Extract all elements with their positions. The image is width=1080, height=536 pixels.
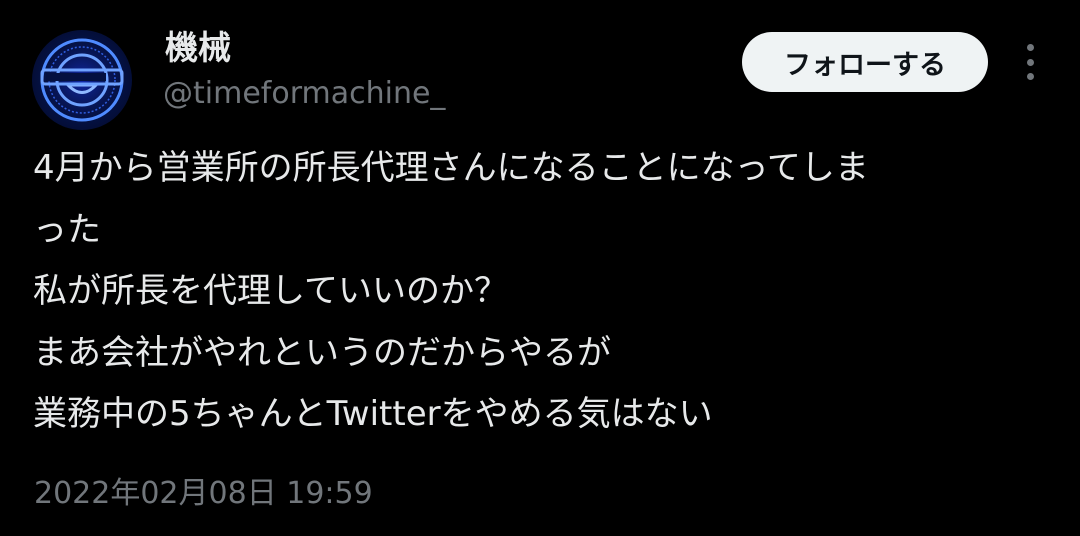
tweet-timestamp[interactable]: 2022年02月08日 19:59 [34, 474, 373, 513]
display-name[interactable]: 機械 [165, 28, 231, 68]
tweet-line: 私が所長を代理していいのか？ [33, 271, 508, 311]
tweet-line: った [33, 209, 101, 250]
more-vertical-icon[interactable] [1012, 42, 1048, 82]
more-dot [1026, 44, 1034, 51]
tweet-text: 4月から営業所の所長代理さんになることになってしま った 私が所長を代理していい… [33, 138, 1053, 446]
laughing-man-logo-icon [34, 32, 130, 128]
tweet-line: 業務中の5ちゃんとTwitterをやめる気はない [33, 394, 713, 434]
user-handle[interactable]: @timeformachine_ [163, 74, 445, 113]
tweet-card: 機械 @timeformachine_ フォローする 4月から営業所の所長代理さ… [0, 0, 1080, 536]
tweet-line: 4月から営業所の所長代理さんになることになってしま [33, 148, 869, 188]
follow-button[interactable]: フォローする [742, 32, 988, 92]
more-dot [1026, 73, 1034, 80]
avatar[interactable] [32, 30, 132, 130]
tweet-line: まあ会社がやれというのだからやるが [33, 332, 611, 373]
more-dot [1026, 58, 1034, 66]
